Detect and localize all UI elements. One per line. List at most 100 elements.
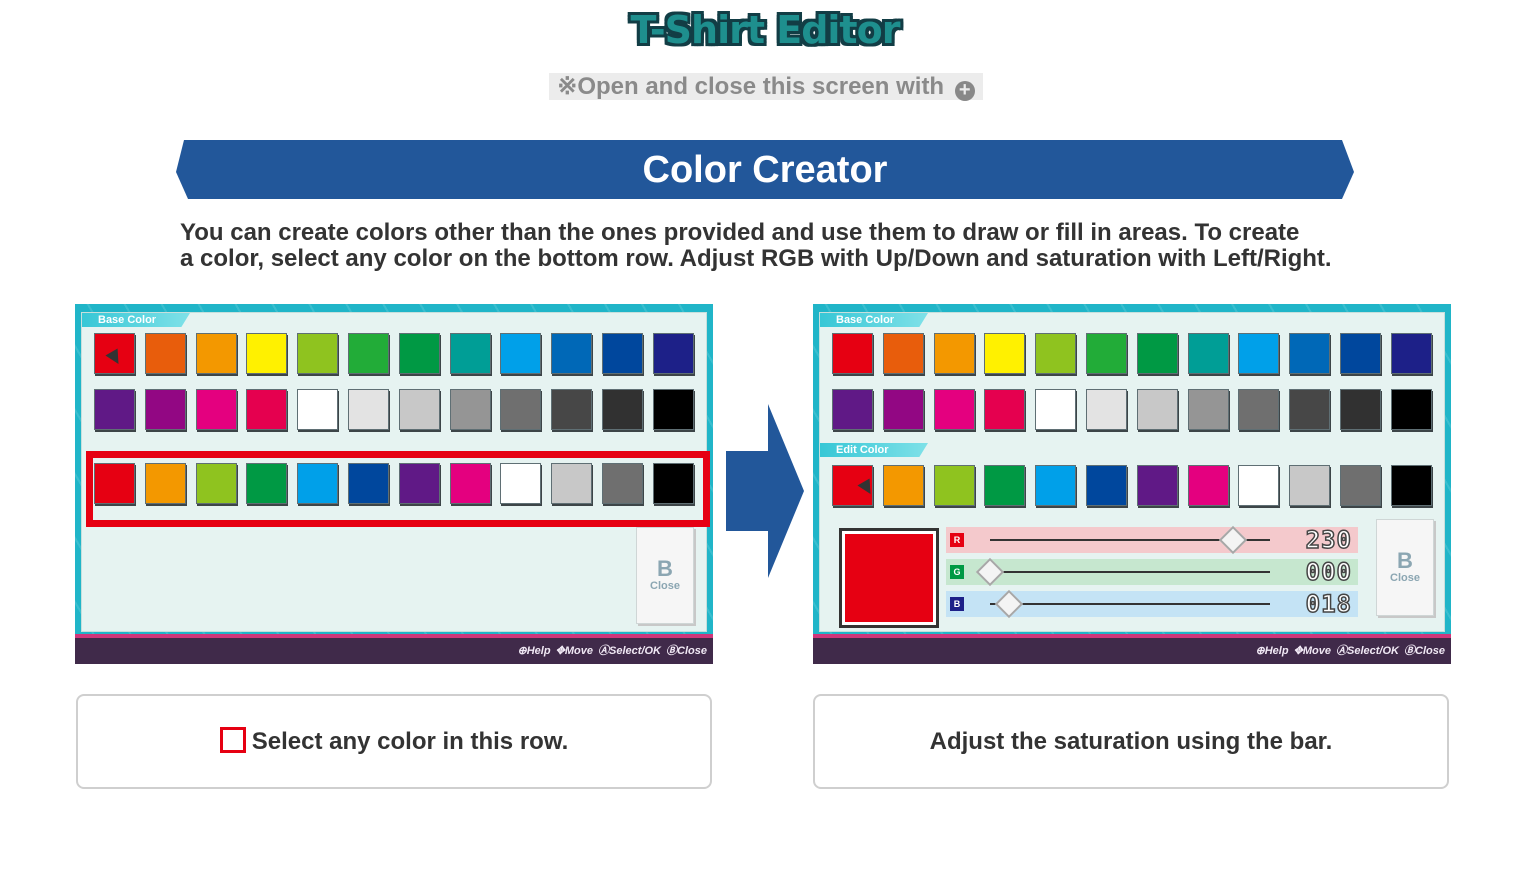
base-color-row1-swatch[interactable] <box>933 333 975 374</box>
edit-color-row-swatch[interactable] <box>1086 465 1127 506</box>
base-color-row2-swatch[interactable] <box>933 389 975 430</box>
base-color-row2-swatch[interactable] <box>449 389 491 430</box>
base-color-row1-swatch[interactable] <box>832 333 873 374</box>
base-color-row2-swatch[interactable] <box>246 389 288 430</box>
edit-color-row-swatch[interactable] <box>1390 465 1432 506</box>
edit-color-row-swatch[interactable] <box>1340 465 1381 506</box>
edit-color-row-swatch[interactable] <box>1238 465 1280 506</box>
status-bar-help: ⊕Help ✥Move ⒶSelect/OK ⒷClose <box>517 645 707 657</box>
base-color-row2-swatch[interactable] <box>652 389 694 430</box>
base-color-row1-swatch[interactable] <box>1187 333 1229 374</box>
color-preview <box>839 528 939 628</box>
edit-color-row-swatch[interactable] <box>1136 465 1178 506</box>
base-color-row1-swatch[interactable] <box>652 333 694 374</box>
base-color-row2-swatch[interactable] <box>500 389 542 430</box>
right-screenshot: Base Color Edit Color R 230 G 000 B 018 B Clo… <box>813 304 1451 664</box>
base-color-row2-swatch[interactable] <box>1086 389 1127 430</box>
base-color-row2-swatch[interactable] <box>1289 389 1331 430</box>
base-color-row1-swatch[interactable] <box>500 333 542 374</box>
edit-color-row-swatch[interactable] <box>195 463 237 504</box>
slider-track[interactable] <box>990 603 1270 605</box>
edit-color-row-swatch[interactable] <box>500 463 542 504</box>
base-color-row2-swatch[interactable] <box>1136 389 1178 430</box>
color-panel: Base Color Edit Color R 230 G 000 B 018 B Clo… <box>819 312 1445 632</box>
edit-color-row-swatch[interactable] <box>144 463 186 504</box>
edit-color-row-swatch[interactable] <box>398 463 440 504</box>
base-color-row1-swatch[interactable] <box>195 333 237 374</box>
edit-color-row-swatch[interactable] <box>602 463 643 504</box>
base-color-row1-swatch[interactable] <box>1086 333 1127 374</box>
status-bar: ⊕Help ✥Move ⒶSelect/OK ⒷClose <box>75 634 713 664</box>
open-close-note: ※Open and close this screen with + <box>549 73 983 101</box>
base-color-row2-swatch[interactable] <box>144 389 186 430</box>
base-color-row1-swatch[interactable] <box>1340 333 1381 374</box>
base-color-row2-swatch[interactable] <box>602 389 643 430</box>
slider-knob[interactable] <box>994 589 1024 619</box>
edit-color-row-swatch[interactable] <box>984 465 1026 506</box>
base-color-row2-swatch[interactable] <box>297 389 339 430</box>
note-text: ※Open and close this screen with <box>557 73 945 100</box>
edit-color-row-swatch[interactable] <box>1289 465 1331 506</box>
slider-track[interactable] <box>990 571 1270 573</box>
edit-color-row-swatch[interactable] <box>449 463 491 504</box>
base-color-row1-swatch[interactable] <box>551 333 593 374</box>
slider-knob[interactable] <box>1218 525 1248 555</box>
edit-color-row-swatch[interactable] <box>348 463 389 504</box>
edit-color-row-swatch[interactable] <box>1187 465 1229 506</box>
base-color-row2-swatch[interactable] <box>832 389 873 430</box>
color-panel: Base Color B Close <box>81 312 710 632</box>
right-arrow-icon <box>726 404 804 578</box>
base-color-row1-swatch[interactable] <box>1035 333 1077 374</box>
slider-b[interactable]: B 018 <box>946 589 1358 619</box>
base-color-row1-swatch[interactable] <box>1238 333 1280 374</box>
base-color-row1-swatch[interactable] <box>984 333 1026 374</box>
edit-color-row-swatch[interactable] <box>551 463 593 504</box>
base-color-row1-swatch[interactable] <box>144 333 186 374</box>
base-color-row2-swatch[interactable] <box>551 389 593 430</box>
base-color-row2-swatch[interactable] <box>1390 389 1432 430</box>
edit-color-row-swatch[interactable] <box>246 463 288 504</box>
base-color-row1-swatch[interactable] <box>1289 333 1331 374</box>
base-color-row1-swatch[interactable] <box>449 333 491 374</box>
status-bar: ⊕Help ✥Move ⒶSelect/OK ⒷClose <box>813 634 1451 664</box>
caption-right-text: Adjust the saturation using the bar. <box>929 728 1333 755</box>
base-color-row1-swatch[interactable] <box>882 333 924 374</box>
base-color-row2-swatch[interactable] <box>1187 389 1229 430</box>
description-line-2: a color, select any color on the bottom … <box>180 245 1332 272</box>
base-color-row2-swatch[interactable] <box>348 389 389 430</box>
edit-color-row-swatch[interactable] <box>933 465 975 506</box>
base-color-row2-swatch[interactable] <box>195 389 237 430</box>
base-color-row1-swatch[interactable] <box>246 333 288 374</box>
caption-left: Select any color in this row. <box>76 694 712 789</box>
edit-color-row-swatch[interactable] <box>94 463 135 504</box>
edit-color-row-swatch[interactable] <box>1035 465 1077 506</box>
base-color-row1-swatch[interactable] <box>1390 333 1432 374</box>
slider-letter: G <box>950 565 964 579</box>
section-title: Color Creator <box>642 149 888 191</box>
base-color-row1-swatch[interactable] <box>1136 333 1178 374</box>
base-color-row2-swatch[interactable] <box>1340 389 1381 430</box>
plus-button-icon: + <box>954 80 975 101</box>
base-color-row2-swatch[interactable] <box>1238 389 1280 430</box>
red-box-icon <box>219 727 246 753</box>
edit-color-row-swatch[interactable] <box>882 465 924 506</box>
close-button[interactable]: B Close <box>636 527 694 624</box>
base-color-row1-swatch[interactable] <box>398 333 440 374</box>
base-color-row1-swatch[interactable] <box>602 333 643 374</box>
base-color-row2-swatch[interactable] <box>984 389 1026 430</box>
edit-color-row-swatch[interactable] <box>652 463 694 504</box>
edit-color-row-swatch[interactable] <box>297 463 339 504</box>
close-button[interactable]: B Close <box>1376 519 1434 616</box>
slider-r[interactable]: R 230 <box>946 525 1358 555</box>
section-description: You can create colors other than the one… <box>180 220 1380 272</box>
close-label: Close <box>650 580 680 592</box>
base-color-row2-swatch[interactable] <box>94 389 135 430</box>
base-color-row1-swatch[interactable] <box>348 333 389 374</box>
page-title: T-Shirt Editor <box>630 8 901 52</box>
base-color-row1-swatch[interactable] <box>297 333 339 374</box>
slider-knob[interactable] <box>975 557 1005 587</box>
base-color-row2-swatch[interactable] <box>882 389 924 430</box>
base-color-row2-swatch[interactable] <box>1035 389 1077 430</box>
slider-g[interactable]: G 000 <box>946 557 1358 587</box>
base-color-row2-swatch[interactable] <box>398 389 440 430</box>
